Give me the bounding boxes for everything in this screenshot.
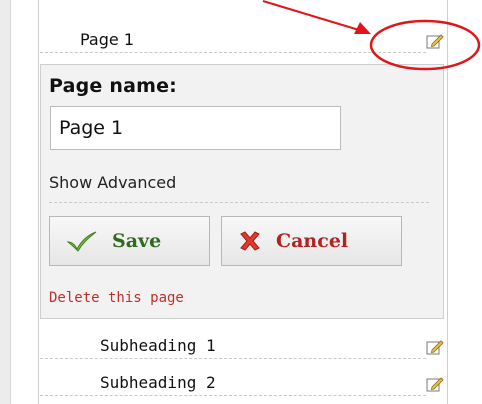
page-item-subheading-1[interactable]: Subheading 1 [40, 332, 444, 362]
delete-page-link[interactable]: Delete this page [49, 290, 184, 306]
checkmark-icon [66, 231, 97, 252]
left-gutter [0, 0, 11, 404]
edit-icon[interactable] [426, 338, 444, 356]
save-button[interactable]: Save [49, 216, 210, 266]
page-item-label: Page 1 [40, 30, 426, 53]
close-icon [240, 231, 260, 251]
page-item-label: Subheading 1 [40, 336, 426, 359]
cancel-button[interactable]: Cancel [221, 216, 402, 266]
show-advanced-link[interactable]: Show Advanced [49, 173, 429, 203]
page-item-label: Subheading 2 [40, 373, 426, 396]
page-name-heading: Page name: [49, 75, 177, 97]
save-button-label: Save [112, 230, 162, 252]
page-name-input[interactable] [50, 106, 341, 150]
page-editor: Page name: Show Advanced Save Cancel Del… [40, 64, 444, 319]
cancel-button-label: Cancel [276, 230, 349, 252]
page-item-subheading-2[interactable]: Subheading 2 [40, 369, 444, 399]
edit-icon[interactable] [426, 32, 444, 50]
edit-icon[interactable] [426, 375, 444, 393]
page-item-page-1[interactable]: Page 1 [40, 26, 444, 56]
